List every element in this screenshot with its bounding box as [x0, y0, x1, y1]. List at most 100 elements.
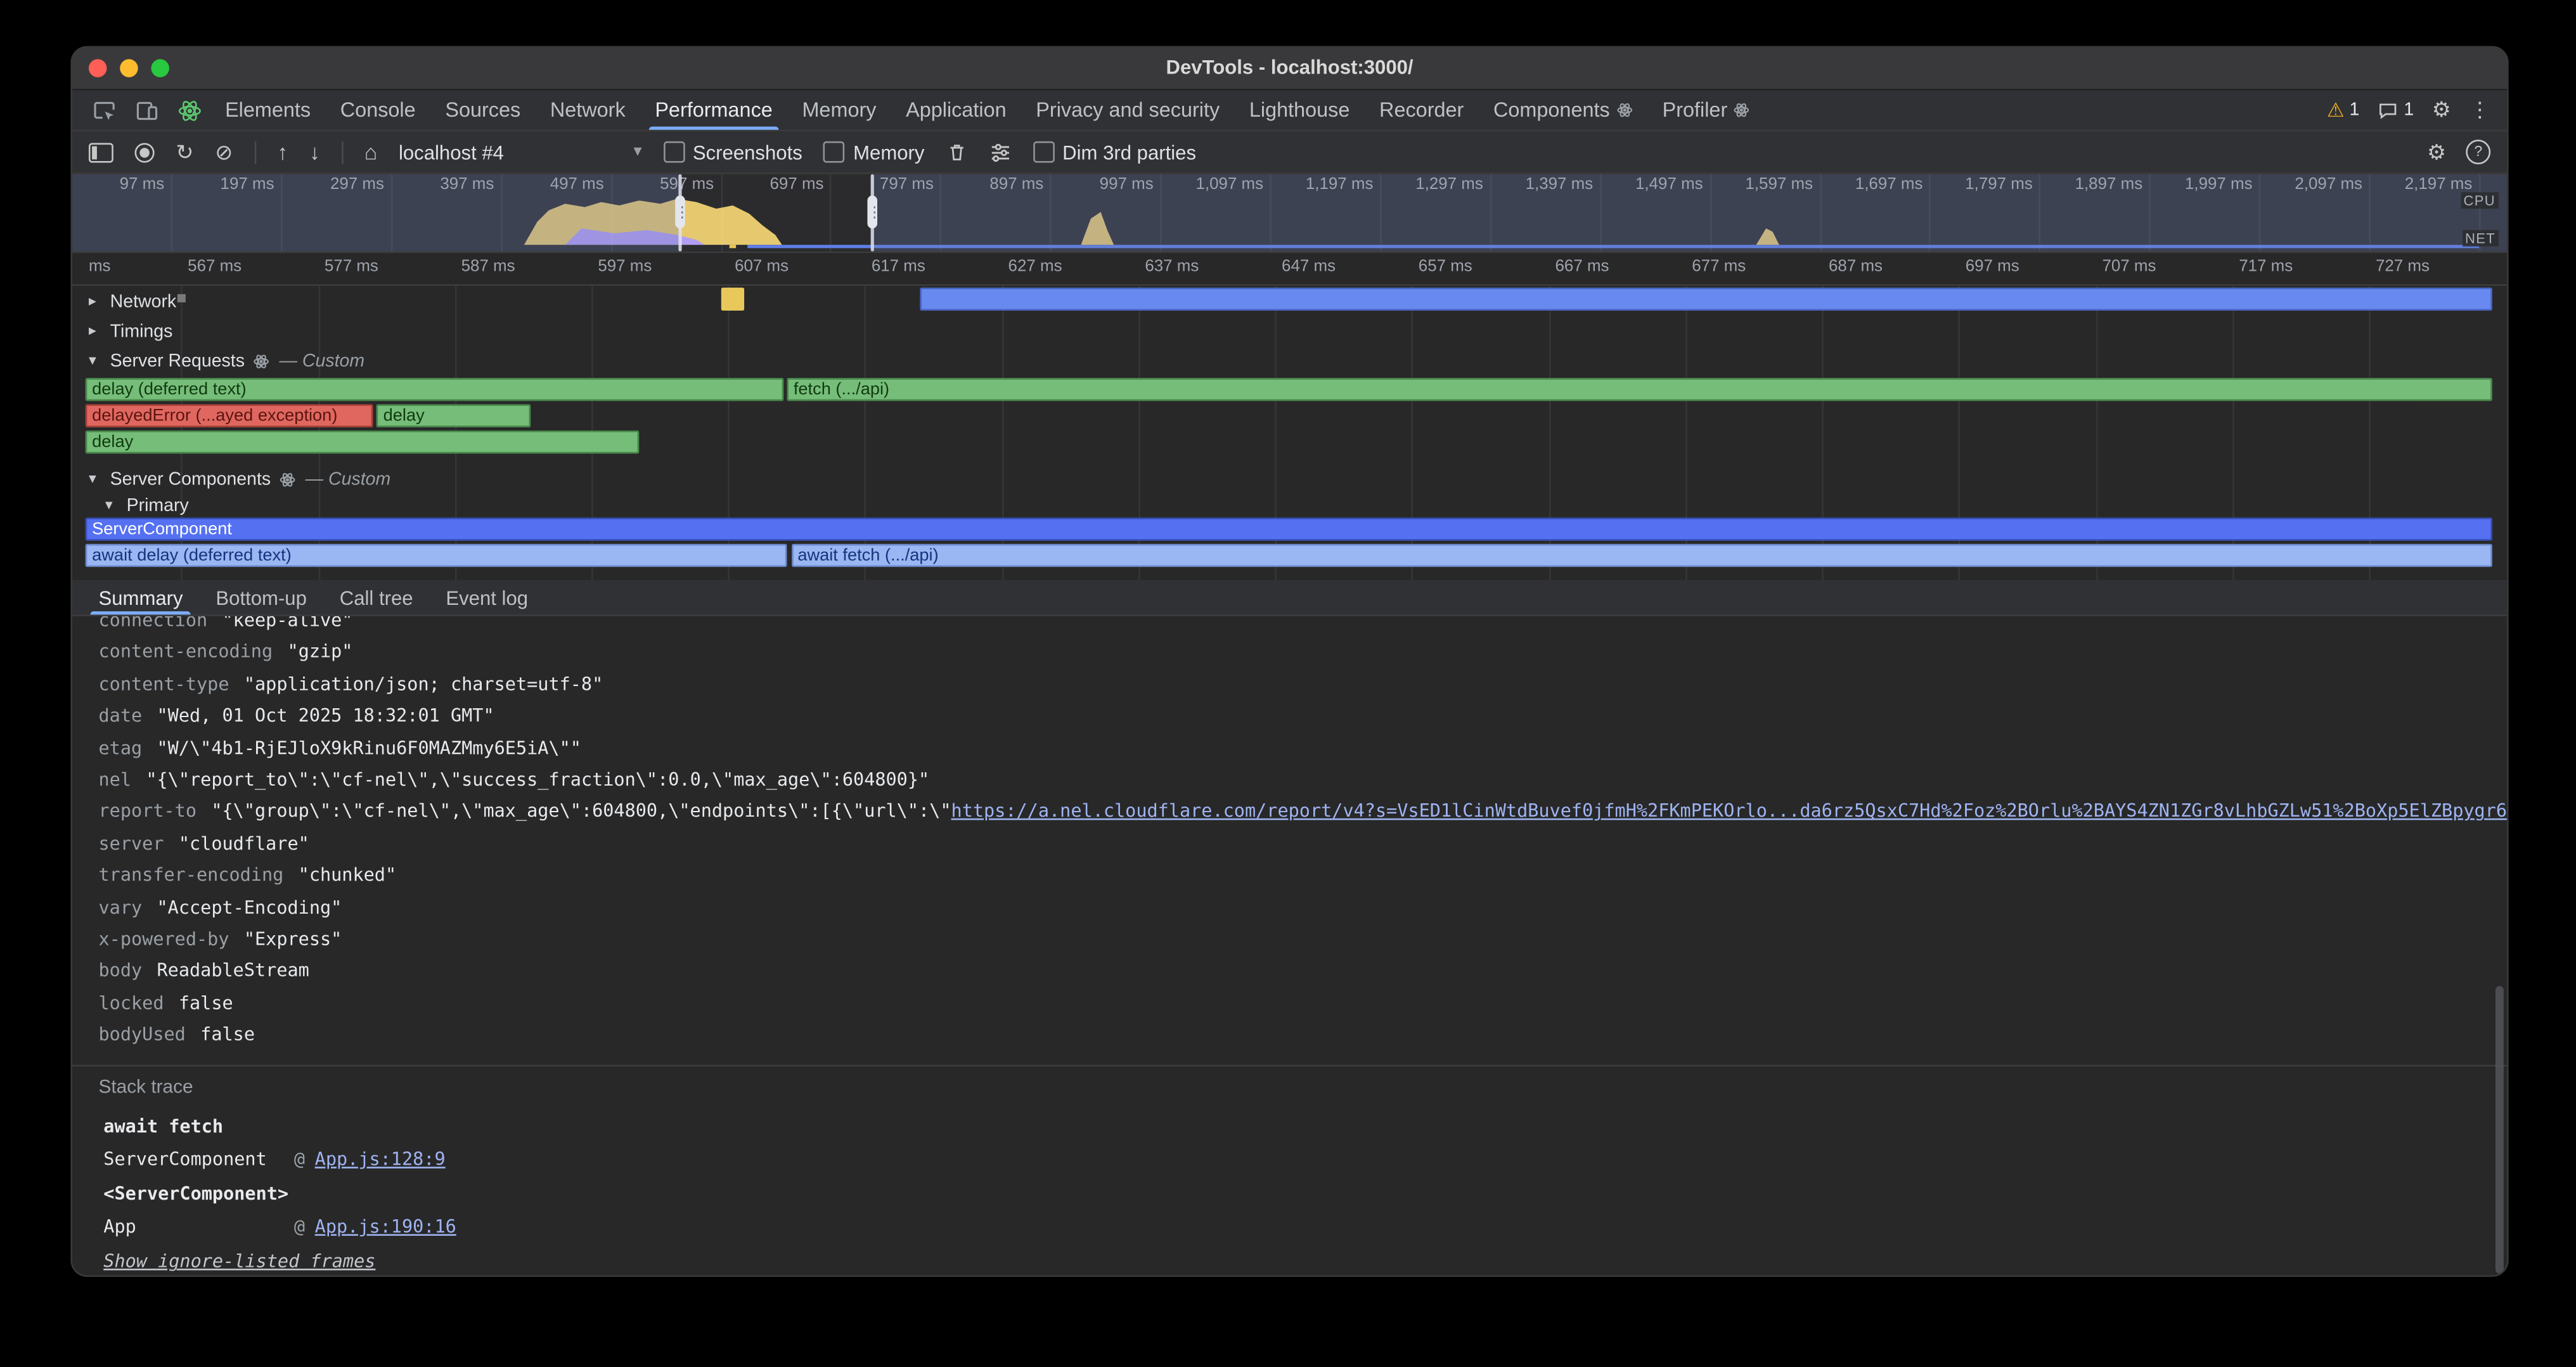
- toggle-sidebar-icon[interactable]: [89, 142, 113, 162]
- tab-memory[interactable]: Memory: [787, 91, 891, 130]
- track-header-server-components[interactable]: ▾ Server Components — Custom: [89, 467, 390, 491]
- ruler-tick-label: 627 ms: [1008, 258, 1062, 276]
- stack-trace-title: Stack trace: [99, 1079, 2508, 1098]
- overview-tick-label: 1,897 ms: [2031, 176, 2142, 194]
- tab-application[interactable]: Application: [891, 91, 1021, 130]
- overview-tick-label: 997 ms: [1041, 176, 1153, 194]
- timeline-entry-await-fetch-api[interactable]: await fetch (.../api): [791, 544, 2492, 567]
- header-key: body: [99, 960, 143, 982]
- header-row-body: body ReadableStream: [72, 956, 2507, 987]
- net-lane-label: NET: [2462, 230, 2499, 247]
- timeline-entry-await-delay-deferred-text[interactable]: await delay (deferred text): [86, 544, 787, 567]
- stack-frame-at: @: [294, 1211, 305, 1243]
- selection-handle-right[interactable]: [867, 174, 877, 252]
- timeline-entry[interactable]: [920, 288, 2492, 311]
- ruler-unit-label: ms: [89, 258, 111, 276]
- save-profile-icon[interactable]: ↓: [309, 139, 320, 164]
- track-header-timings[interactable]: ▸ Timings: [89, 319, 172, 344]
- memory-checkbox[interactable]: [823, 141, 845, 163]
- overview-tick-label: 2,097 ms: [2251, 176, 2362, 194]
- screenshots-checkbox[interactable]: [663, 141, 685, 163]
- messages-badge[interactable]: 1: [2378, 100, 2414, 121]
- ruler-tick-label: 587 ms: [461, 258, 515, 276]
- kebab-menu-icon[interactable]: ⋮: [2469, 97, 2490, 123]
- overview-network-lane-dot: [729, 245, 735, 248]
- header-key: transfer-encoding: [99, 865, 284, 886]
- tab-components[interactable]: Components: [1479, 91, 1648, 130]
- tab-privacy-and-security[interactable]: Privacy and security: [1021, 91, 1235, 130]
- header-value: "Wed, 01 Oct 2025 18:32:01 GMT": [157, 705, 494, 727]
- tab-recorder[interactable]: Recorder: [1365, 91, 1479, 130]
- track-header-server-requests[interactable]: ▾ Server Requests — Custom: [89, 348, 364, 373]
- header-key: date: [99, 705, 143, 727]
- header-value: ReadableStream: [157, 960, 309, 982]
- tab-console[interactable]: Console: [325, 91, 430, 130]
- devtools-window: DevTools - localhost:3000/: [70, 46, 2508, 1277]
- settings-gear-icon[interactable]: ⚙: [2432, 97, 2451, 123]
- timeline-entry[interactable]: [721, 288, 745, 311]
- tab-elements[interactable]: Elements: [210, 91, 326, 130]
- overview-tick-label: 1,497 ms: [1591, 176, 1703, 194]
- details-scrollbar[interactable]: [2496, 986, 2504, 1274]
- header-row-content-type: content-type"application/json; charset=u…: [72, 668, 2507, 700]
- track-header-primary[interactable]: ▾ Primary: [105, 493, 189, 518]
- timeline-overview[interactable]: 97 ms197 ms297 ms397 ms497 ms597 ms697 m…: [72, 174, 2507, 253]
- response-headers-list: connection"keep-alive"content-encoding"g…: [72, 616, 2507, 1051]
- details-tab-summary[interactable]: Summary: [82, 580, 200, 614]
- overview-tick-label: 97 ms: [72, 176, 164, 194]
- stack-trace-section: Stack trace await fetchServerComponent@A…: [72, 1066, 2507, 1277]
- details-tab-event-log[interactable]: Event log: [429, 580, 544, 614]
- timeline-entry-fetch-api[interactable]: fetch (.../api): [787, 378, 2492, 401]
- warnings-badge[interactable]: ⚠ 1: [2327, 99, 2360, 122]
- stack-frame-location-link[interactable]: App.js:190:16: [315, 1211, 456, 1243]
- throttling-tune-icon[interactable]: [989, 141, 1012, 164]
- network-track-chip: [177, 294, 186, 302]
- timeline-entry-delay-deferred-text[interactable]: delay (deferred text): [86, 378, 783, 401]
- header-key: content-encoding: [99, 642, 273, 663]
- overview-tick-label: 497 ms: [492, 176, 603, 194]
- window-titlebar[interactable]: DevTools - localhost:3000/: [72, 48, 2507, 90]
- tab-label: Components: [1493, 99, 1610, 122]
- ruler-tick-label: 657 ms: [1419, 258, 1472, 276]
- target-selector-dropdown[interactable]: localhost #4 ▾: [399, 141, 642, 164]
- timeline-entry-delay[interactable]: delay: [86, 431, 640, 453]
- overview-tick-label: 797 ms: [822, 176, 934, 194]
- timeline-entry-delayederror-ayed-exception[interactable]: delayedError (...ayed exception): [86, 405, 373, 427]
- details-tab-call-tree[interactable]: Call tree: [323, 580, 430, 614]
- tab-lighthouse[interactable]: Lighthouse: [1235, 91, 1365, 130]
- load-profile-icon[interactable]: ↑: [278, 139, 288, 164]
- atom-icon: [253, 353, 269, 369]
- details-tab-bottom-up[interactable]: Bottom-up: [199, 580, 323, 614]
- panel-settings-gear-icon[interactable]: ⚙: [2427, 139, 2446, 165]
- tab-sources[interactable]: Sources: [430, 91, 536, 130]
- window-title: DevTools - localhost:3000/: [72, 48, 2507, 89]
- record-and-reload-icon[interactable]: ↻: [176, 139, 193, 165]
- show-ignore-listed-frames-link[interactable]: Show ignore-listed frames: [99, 1247, 376, 1277]
- clear-icon[interactable]: ⊘: [215, 139, 233, 165]
- track-label-timings: Timings: [110, 321, 173, 341]
- record-button[interactable]: [135, 142, 155, 162]
- stack-frame-location-link[interactable]: App.js:128:9: [315, 1144, 446, 1176]
- overview-tick-label: 897 ms: [932, 176, 1043, 194]
- collect-garbage-icon[interactable]: [946, 141, 967, 163]
- tab-performance[interactable]: Performance: [640, 91, 787, 130]
- dim-3rd-parties-checkbox[interactable]: [1033, 141, 1055, 163]
- selection-handle-left[interactable]: [675, 174, 685, 252]
- header-value: "cloudflare": [179, 833, 309, 854]
- timeline-entry-servercomponent[interactable]: ServerComponent: [86, 517, 2492, 540]
- tab-profiler[interactable]: Profiler: [1647, 91, 1765, 130]
- header-value: "application/json; charset=utf-8": [244, 673, 603, 695]
- details-pane: connection"keep-alive"content-encoding"g…: [72, 616, 2507, 1277]
- header-value: "Express": [244, 928, 342, 950]
- tab-label: Lighthouse: [1249, 99, 1350, 122]
- track-header-network[interactable]: ▸ Network: [89, 289, 176, 314]
- inspect-element-icon[interactable]: [82, 91, 125, 130]
- device-toolbar-icon[interactable]: [125, 91, 167, 130]
- tab-network[interactable]: Network: [536, 91, 640, 130]
- help-icon[interactable]: ?: [2466, 139, 2490, 164]
- header-value-link[interactable]: https://a.nel.cloudflare.com/report/v4?s…: [951, 801, 2508, 822]
- timeline-entry-delay[interactable]: delay: [377, 405, 530, 427]
- tabbar-right-controls: ⚠ 1 1 ⚙ ⋮: [2327, 91, 2507, 130]
- live-metrics-home-icon[interactable]: ⌂: [364, 139, 377, 164]
- desktop-background: DevTools - localhost:3000/: [0, 0, 2576, 1367]
